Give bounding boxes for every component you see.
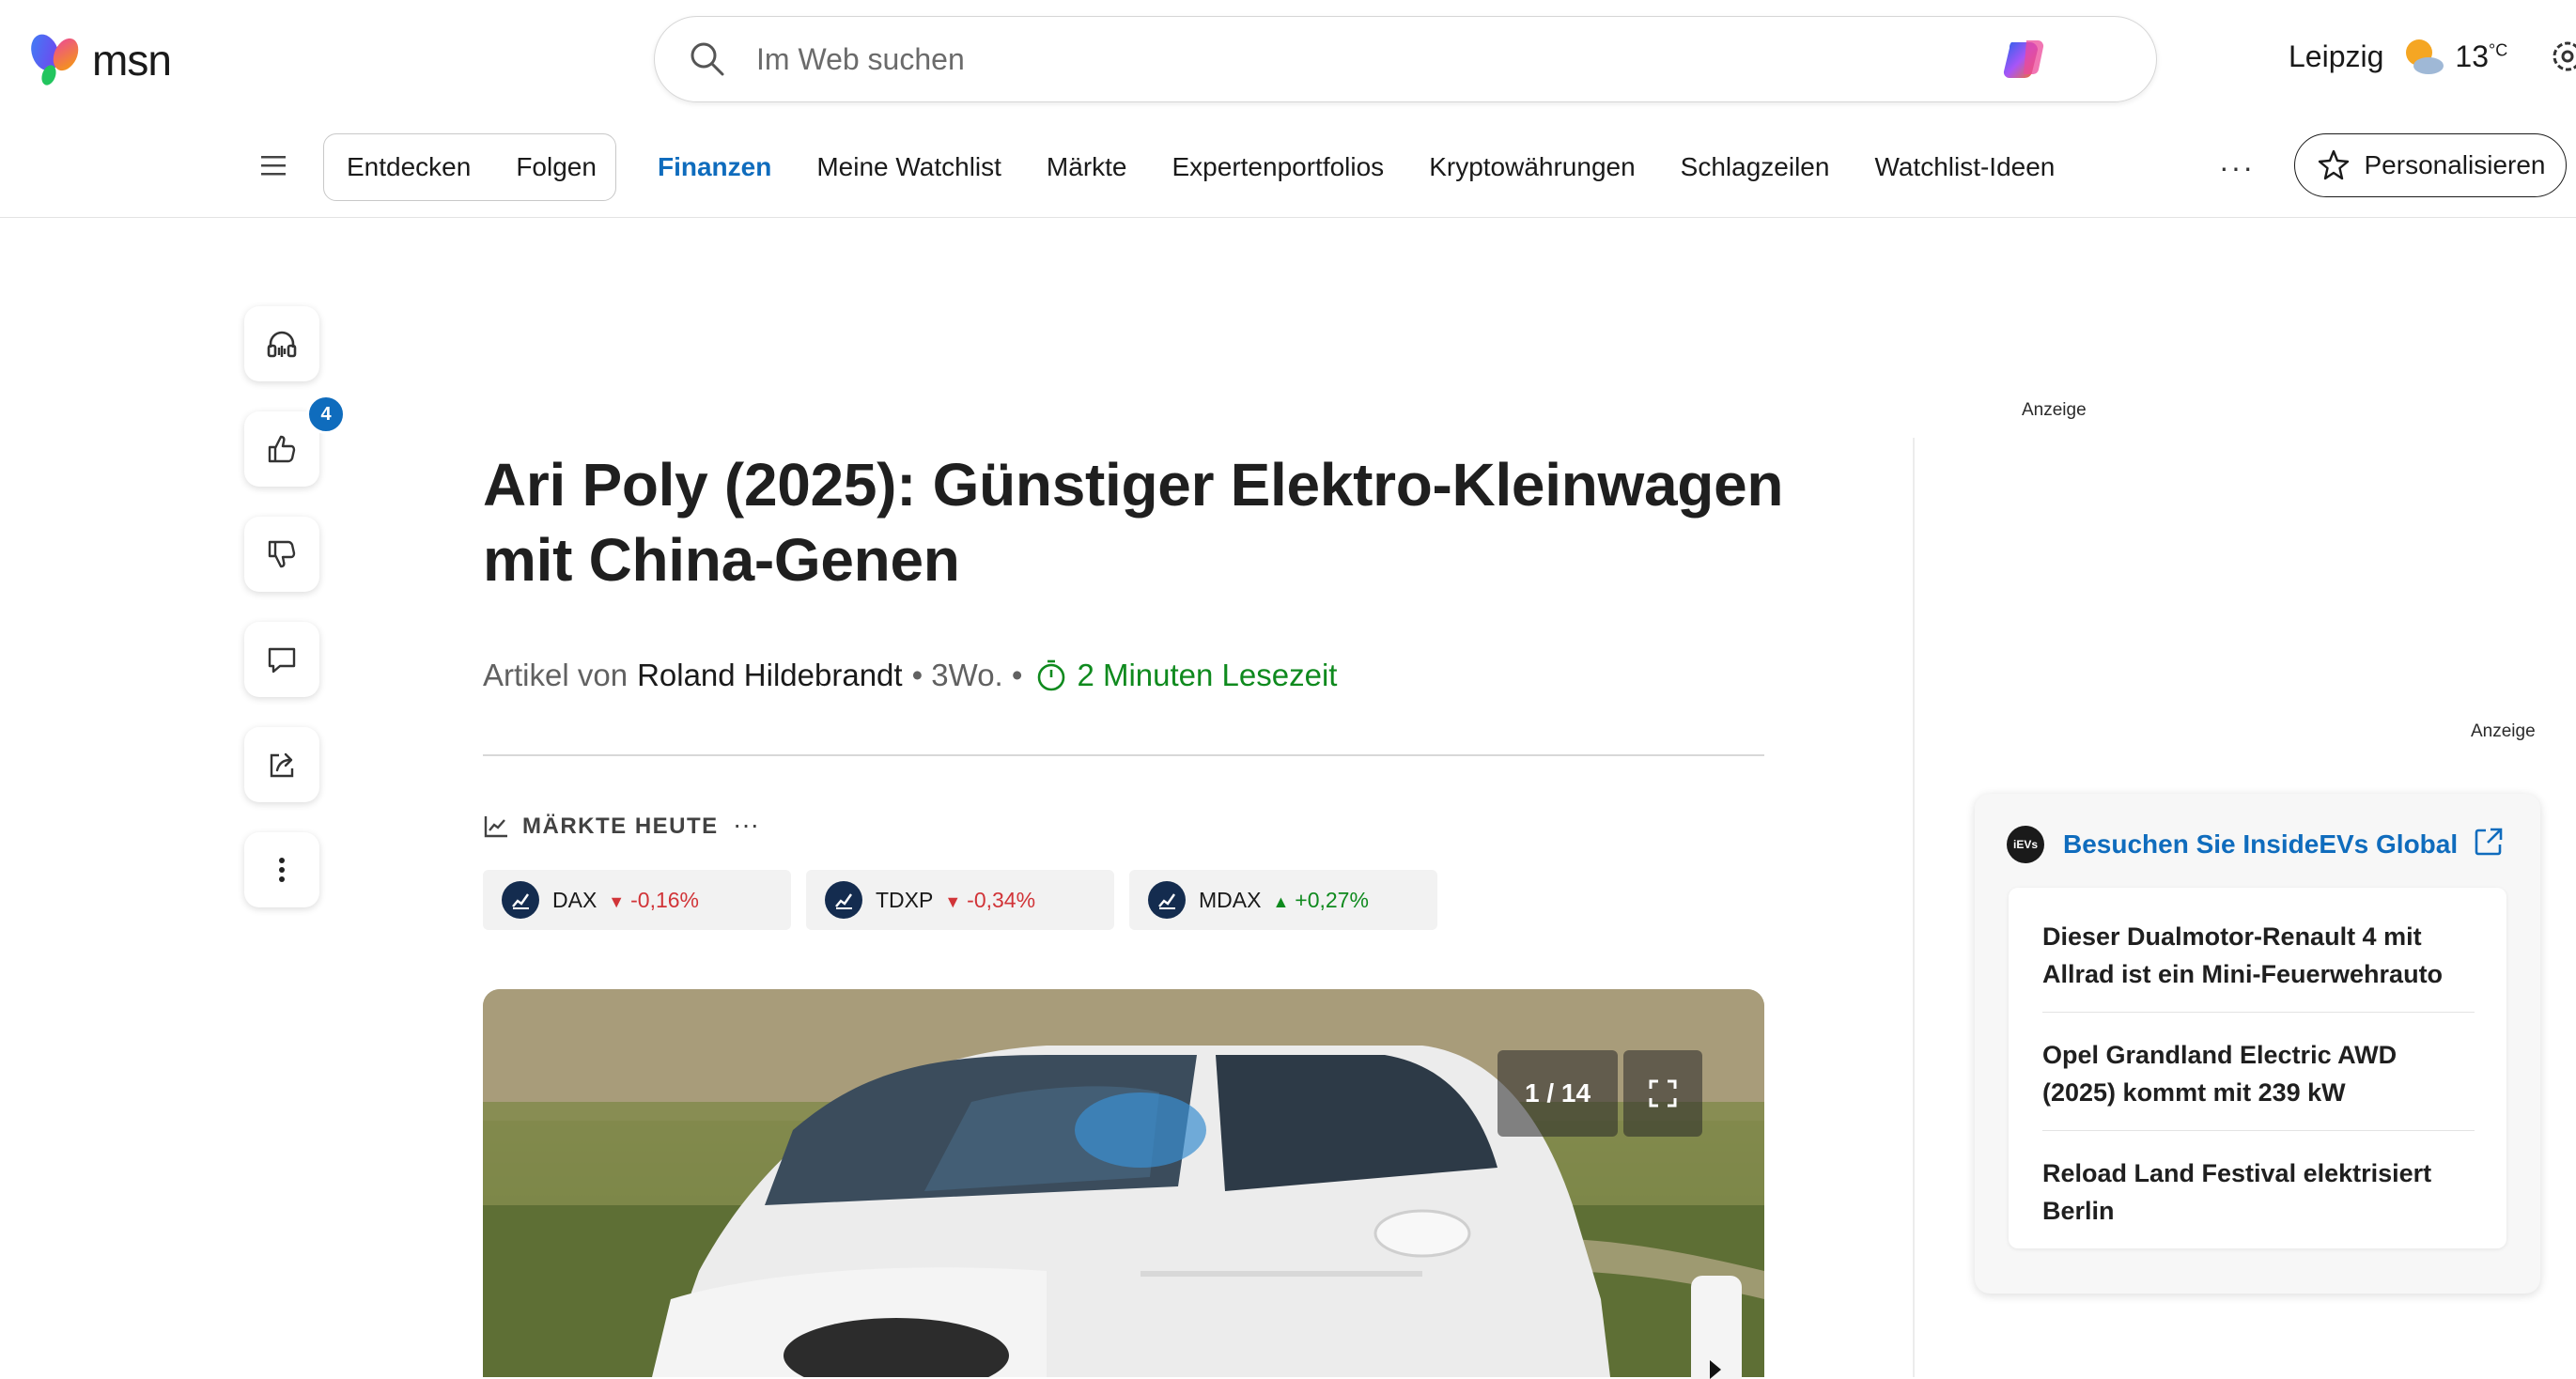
thumbs-up-icon: [268, 435, 296, 463]
byline-prefix: Artikel von: [483, 658, 628, 692]
markets-heading-label: MÄRKTE HEUTE: [522, 813, 719, 839]
ad-label-top: Anzeige: [2022, 400, 2087, 420]
msn-logo[interactable]: msn: [28, 30, 172, 90]
nav-finanzen[interactable]: Finanzen: [658, 152, 771, 182]
read-time: 2 Minuten Lesezeit: [1077, 658, 1338, 692]
search-icon: [691, 42, 724, 76]
butterfly-logo-icon: [31, 34, 79, 85]
nav-watchlist-ideen[interactable]: Watchlist-Ideen: [1874, 152, 2055, 182]
list-divider: [2042, 1130, 2475, 1131]
thumbs-down-icon: [268, 540, 296, 568]
partner-card: iEVs Besuchen Sie InsideEVs Global Diese…: [1975, 794, 2540, 1294]
chevron-right-icon: [1710, 1360, 1721, 1379]
ticker-dax[interactable]: DAX ▼ -0,16%: [483, 870, 791, 930]
article-byline: Artikel von Roland Hildebrandt • 3Wo. • …: [483, 658, 1337, 693]
nav-expertenportfolios[interactable]: Expertenportfolios: [1172, 152, 1385, 182]
ticker-change: ▼ -0,16%: [608, 888, 699, 913]
partly-cloudy-icon: [2406, 39, 2444, 74]
weather-city: Leipzig: [2289, 39, 2384, 73]
more-options-button[interactable]: [244, 832, 319, 907]
ticker-change-value: -0,34%: [967, 887, 1036, 912]
comment-button[interactable]: [244, 622, 319, 697]
like-count-badge: 4: [306, 395, 346, 434]
ad-label-right: Anzeige: [2471, 721, 2536, 741]
nav-more-button[interactable]: ···: [2219, 150, 2255, 185]
column-divider: [1913, 438, 1915, 1377]
search-input[interactable]: [754, 40, 1998, 78]
nav-meine-watchlist[interactable]: Meine Watchlist: [816, 152, 1001, 182]
list-divider: [2042, 1012, 2475, 1013]
stopwatch-icon: [1038, 659, 1065, 691]
logo-text: msn: [92, 36, 172, 85]
article-title: Ari Poly (2025): Günstiger Elektro-Klein…: [483, 451, 1784, 594]
listen-button[interactable]: [244, 306, 319, 381]
settings-gear-icon[interactable]: [2549, 38, 2576, 75]
index-chart-icon: [502, 881, 539, 919]
markets-more-button[interactable]: ···: [733, 810, 759, 840]
insideevs-logo: iEVs: [2007, 826, 2044, 863]
article-age: • 3Wo. •: [911, 658, 1023, 692]
temperature-unit: °C: [2489, 39, 2508, 59]
share-icon: [270, 752, 294, 778]
article-hero-image[interactable]: [483, 989, 1764, 1377]
ticker-tdxp[interactable]: TDXP ▼ -0,34%: [806, 870, 1114, 930]
fullscreen-icon: [1649, 1079, 1677, 1108]
down-arrow-icon: ▼: [608, 891, 626, 911]
gallery-counter: 1 / 14: [1497, 1050, 1618, 1137]
headphones-icon: [267, 331, 297, 358]
ticker-name: TDXP: [876, 887, 934, 912]
ticker-change: ▼ -0,34%: [944, 888, 1035, 913]
nav-kryptowaehrungen[interactable]: Kryptowährungen: [1429, 152, 1635, 182]
personalize-label: Personalisieren: [2364, 150, 2546, 179]
index-chart-icon: [825, 881, 862, 919]
external-link-icon[interactable]: [2473, 826, 2505, 858]
personalize-button[interactable]: Personalisieren: [2294, 133, 2567, 197]
ticker-change-value: -0,16%: [630, 887, 699, 912]
partner-article-item[interactable]: Reload Land Festival elektrisiert Berlin: [2042, 1154, 2475, 1230]
star-edit-icon: [2318, 149, 2349, 180]
ticker-change: ▲ +0,27%: [1272, 888, 1368, 913]
tab-folgen[interactable]: Folgen: [493, 152, 619, 182]
menu-hamburger-icon[interactable]: [259, 154, 289, 178]
partner-card-title[interactable]: Besuchen Sie InsideEVs Global: [2063, 829, 2458, 860]
tab-entdecken[interactable]: Entdecken: [324, 152, 493, 182]
gallery-next-button[interactable]: [1691, 1276, 1742, 1379]
nav-schlagzeilen[interactable]: Schlagzeilen: [1681, 152, 1830, 182]
byline-divider: [483, 754, 1764, 756]
markets-heading: MÄRKTE HEUTE: [483, 813, 719, 840]
down-arrow-icon: ▼: [944, 891, 962, 911]
dislike-button[interactable]: [244, 517, 319, 592]
car-photo: [483, 989, 1764, 1377]
ticker-change-value: +0,27%: [1295, 887, 1369, 912]
fullscreen-button[interactable]: [1623, 1050, 1702, 1137]
header-divider: [0, 217, 2576, 218]
nav-maerkte[interactable]: Märkte: [1047, 152, 1127, 182]
partner-card-header[interactable]: iEVs Besuchen Sie InsideEVs Global: [2007, 826, 2458, 863]
weather-temperature: 13°C: [2455, 39, 2507, 74]
ticker-mdax[interactable]: MDAX ▲ +0,27%: [1129, 870, 1437, 930]
temperature-value: 13: [2455, 39, 2489, 73]
author-name[interactable]: Roland Hildebrandt: [637, 658, 903, 693]
share-button[interactable]: [244, 727, 319, 802]
partner-article-item[interactable]: Dieser Dualmotor-Renault 4 mit Allrad is…: [2042, 918, 2475, 993]
partner-article-item[interactable]: Opel Grandland Electric AWD (2025) kommt…: [2042, 1036, 2475, 1111]
discover-follow-toggle: Entdecken Folgen: [323, 133, 616, 201]
index-chart-icon: [1148, 881, 1186, 919]
stock-chart-icon: [484, 816, 507, 838]
nav-links: Finanzen Meine Watchlist Märkte Experten…: [635, 133, 2077, 201]
ticker-name: DAX: [552, 887, 597, 912]
up-arrow-icon: ▲: [1272, 891, 1290, 911]
search-bar[interactable]: [654, 16, 2157, 102]
copilot-icon[interactable]: [1998, 33, 2051, 85]
vertical-ellipsis-icon: [279, 858, 285, 882]
ticker-name: MDAX: [1199, 887, 1262, 912]
category-nav: Entdecken Folgen Finanzen Meine Watchlis…: [0, 133, 2576, 218]
weather-widget[interactable]: Leipzig 13°C: [2289, 36, 2576, 77]
comment-icon: [268, 647, 296, 674]
partner-article-list: Dieser Dualmotor-Renault 4 mit Allrad is…: [2009, 888, 2506, 1248]
